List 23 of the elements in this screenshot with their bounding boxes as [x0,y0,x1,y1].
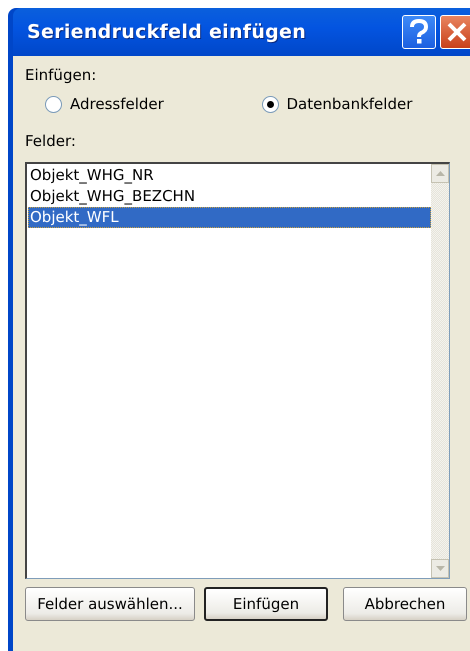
list-label: Felder: [25,132,76,150]
up-arrow-icon [436,171,444,176]
radio-label[interactable]: Datenbankfelder [286,95,412,113]
window-title: Seriendruckfeld einfügen [27,21,308,43]
list-item[interactable]: Objekt_WHG_NR [28,165,431,186]
help-icon [409,19,429,45]
help-button[interactable] [402,15,436,49]
insert-button[interactable]: Einfügen [204,587,328,621]
list-item[interactable]: Objekt_WFL [28,207,431,228]
radio-label[interactable]: Adressfelder [70,95,164,113]
select-fields-button[interactable]: Felder auswählen... [25,587,195,621]
close-icon [446,21,468,43]
field-list[interactable]: Objekt_WHG_NR Objekt_WHG_BEZCHN Objekt_WFL [25,162,450,579]
group-label: Einfügen: [25,66,96,84]
close-button[interactable] [440,15,470,49]
scroll-down-button[interactable] [431,559,449,578]
list-item[interactable]: Objekt_WHG_BEZCHN [28,186,431,207]
down-arrow-icon [436,566,444,571]
scrollbar[interactable] [431,164,449,578]
radio-button[interactable] [262,96,278,112]
radio-button[interactable] [45,96,62,112]
scroll-up-button[interactable] [431,164,449,183]
cancel-button[interactable]: Abbrechen [343,587,467,621]
